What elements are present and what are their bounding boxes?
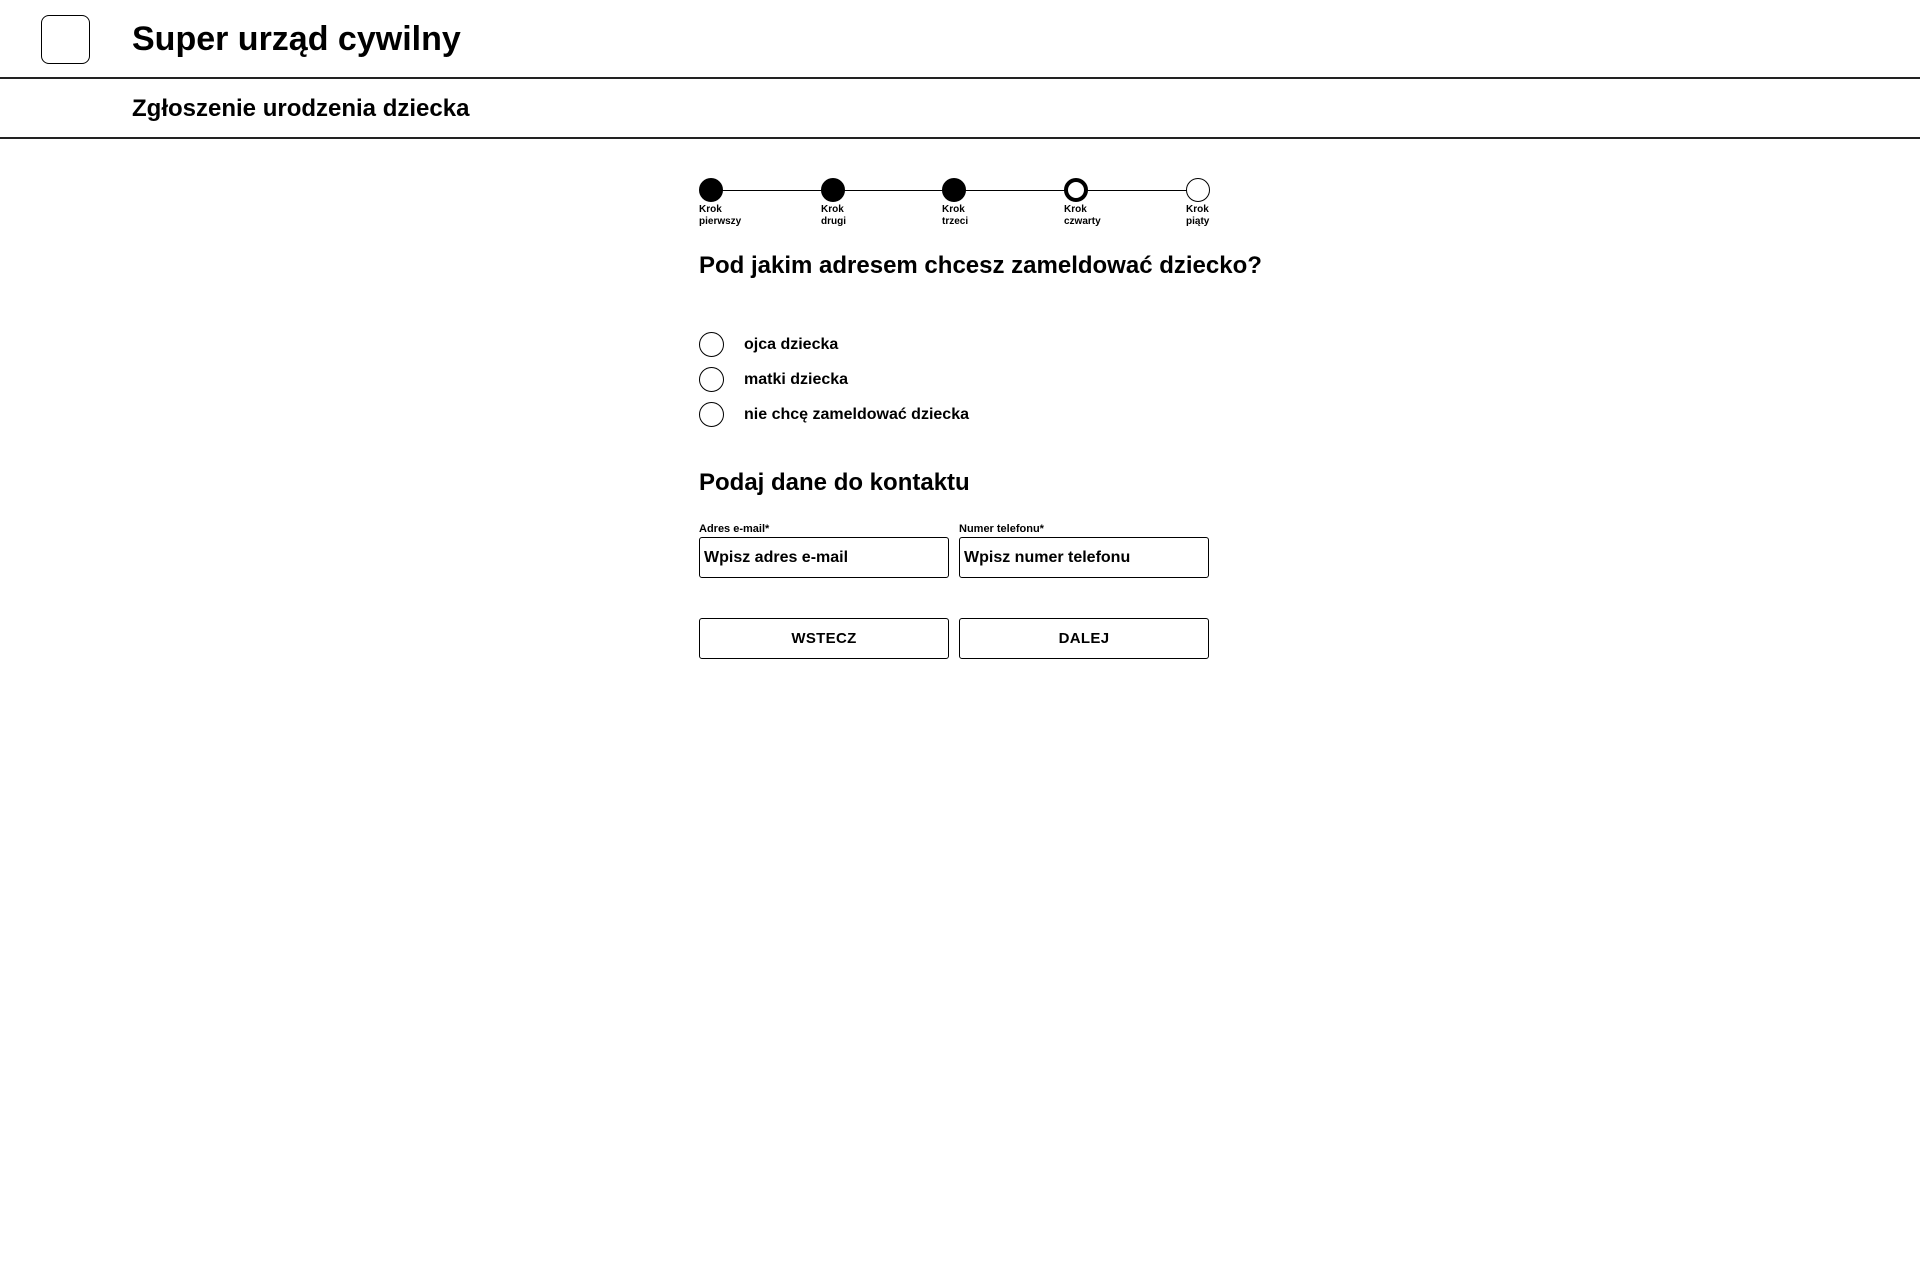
step-4: Krok czwarty [1064,178,1124,228]
email-field-group: Adres e-mail* [699,523,949,578]
page-header: Zgłoszenie urodzenia dziecka [0,79,1920,139]
step-label: Krok pierwszy [699,204,742,227]
step-indicator-done [699,178,723,202]
phone-field[interactable] [959,537,1209,578]
radio-option-no-registration[interactable]: nie chcę zameldować dziecka [699,397,969,432]
step-indicator-done [942,178,966,202]
radio-label: matki dziecka [744,370,849,388]
address-radio-group: ojca dziecka matki dziecka nie chcę zame… [699,327,969,432]
phone-label: Numer telefonu* [959,523,1044,535]
radio-button[interactable] [699,402,724,427]
step-label: Krok piąty [1186,204,1210,227]
next-button[interactable]: DALEJ [959,618,1209,659]
phone-field-group: Numer telefonu* [959,523,1209,578]
step-3: Krok trzeci [942,178,1002,228]
radio-label: nie chcę zameldować dziecka [744,405,969,423]
email-field[interactable] [699,537,949,578]
back-button[interactable]: WSTECZ [699,618,949,659]
radio-option-mother[interactable]: matki dziecka [699,362,969,397]
step-indicator-current [1064,178,1088,202]
app-title: Super urząd cywilny [132,20,461,58]
page-title: Zgłoszenie urodzenia dziecka [132,95,470,122]
step-label: Krok drugi [821,204,846,227]
step-1: Krok pierwszy [699,178,759,228]
progress-stepper: Krok pierwszy Krok drugi Krok trzeci Kro… [699,178,1211,234]
app-logo-icon[interactable] [41,15,90,64]
contact-section-title: Podaj dane do kontaktu [699,469,970,496]
radio-option-father[interactable]: ojca dziecka [699,327,969,362]
step-5: Krok piąty [1186,178,1246,228]
step-2: Krok drugi [821,178,881,228]
step-indicator-todo [1186,178,1210,202]
radio-label: ojca dziecka [744,335,839,353]
step-indicator-done [821,178,845,202]
address-question-title: Pod jakim adresem chcesz zameldować dzie… [699,252,1262,279]
step-label: Krok trzeci [942,204,969,227]
radio-button[interactable] [699,367,724,392]
email-label: Adres e-mail* [699,523,770,535]
app-header: Super urząd cywilny [0,0,1920,79]
step-label: Krok czwarty [1064,204,1101,227]
radio-button[interactable] [699,332,724,357]
